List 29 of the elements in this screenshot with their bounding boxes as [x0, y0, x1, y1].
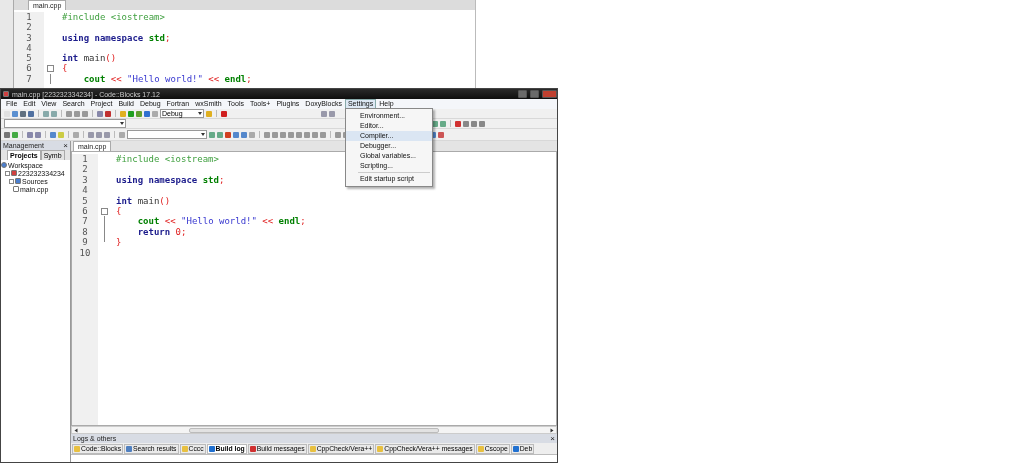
- line-number: 8: [81, 226, 89, 238]
- line-number: 1: [81, 154, 89, 165]
- code-line: {: [116, 205, 122, 216]
- code-line: cout << "Hello world!" << endl;: [136, 216, 306, 227]
- line-number: 7: [25, 73, 33, 85]
- code-line: #include <iostream>: [116, 154, 219, 164]
- line-number: 3: [25, 32, 33, 43]
- code-line: int main(): [62, 53, 117, 64]
- code-line: }: [116, 237, 122, 248]
- line-number: 2: [81, 164, 89, 175]
- line-number: 6: [81, 205, 89, 217]
- code-line: {: [62, 63, 68, 74]
- line-number: 6: [25, 63, 33, 74]
- line-number: 10: [78, 247, 92, 258]
- code-line: int main(): [116, 195, 171, 206]
- line-number: 3: [81, 174, 89, 186]
- line-number: 5: [25, 53, 33, 64]
- code-line: #include <iostream>: [62, 12, 165, 22]
- code-line: cout << "Hello world!" << endl;: [82, 73, 252, 84]
- code-line: using namespace std;: [62, 32, 171, 43]
- code-line: return 0;: [136, 226, 187, 237]
- line-number: 5: [81, 195, 89, 206]
- line-number: 9: [81, 237, 89, 248]
- line-number: 4: [25, 42, 33, 54]
- code-line: using namespace std;: [116, 174, 225, 185]
- line-number: 1: [25, 12, 33, 23]
- line-number: 2: [25, 22, 33, 33]
- line-number: 4: [81, 185, 89, 196]
- line-number: 7: [81, 216, 89, 227]
